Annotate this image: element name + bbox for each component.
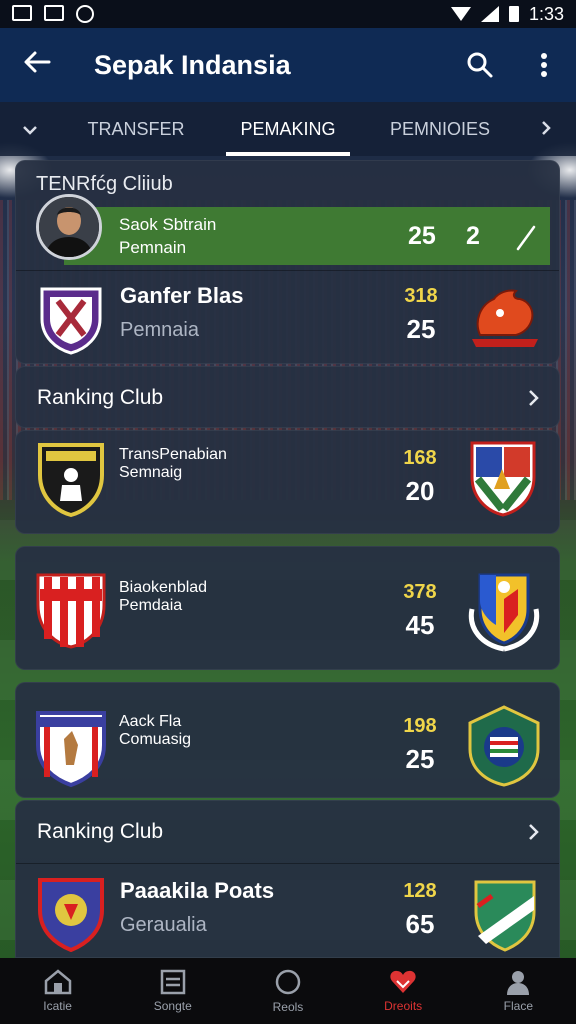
tab-transfer[interactable]: TRANSFER bbox=[60, 102, 212, 156]
club-crest-icon bbox=[468, 705, 540, 787]
highlighted-player-row[interactable]: Saok Sbtrain Pemnain 25 2 bbox=[64, 207, 550, 265]
gallery-icon bbox=[44, 5, 64, 21]
club-subtitle: Pemdaia bbox=[119, 597, 183, 614]
nav-label: Songte bbox=[153, 999, 192, 1013]
wifi-icon bbox=[450, 7, 471, 21]
list-item[interactable]: Ganfer Blas Pemnaia 318 25 bbox=[16, 271, 561, 363]
club-rank-value: 25 bbox=[405, 744, 435, 774]
calendar-icon bbox=[160, 969, 186, 995]
club-subtitle: Semnaig bbox=[119, 464, 183, 481]
club-crest-icon bbox=[36, 573, 106, 649]
back-button[interactable] bbox=[0, 48, 74, 82]
chevron-down-icon bbox=[23, 126, 37, 135]
club-crest-icon bbox=[36, 711, 106, 788]
club-name: Ganfer Blas bbox=[120, 283, 244, 308]
sync-icon bbox=[76, 5, 94, 23]
ranking-section-2: Ranking Club Paaakila Poats Geraualia 12… bbox=[15, 800, 560, 958]
club-points: 198 bbox=[403, 715, 437, 737]
back-arrow-icon bbox=[24, 51, 51, 73]
club-crest-icon bbox=[38, 443, 104, 518]
club-crest-icon bbox=[470, 441, 536, 517]
player-count: 2 bbox=[466, 221, 480, 250]
nav-label: Flace bbox=[503, 999, 534, 1013]
app-bar: Sepak Indansia bbox=[0, 28, 576, 102]
nav-item-home[interactable]: Icatie bbox=[8, 969, 108, 1013]
club-rank-value: 20 bbox=[405, 476, 435, 506]
tab-pemaking[interactable]: PEMAKING bbox=[212, 102, 364, 156]
transfer-card-title: TENRfćg Cliiub bbox=[36, 173, 173, 195]
club-crest-icon bbox=[472, 289, 538, 347]
nav-label: Reols bbox=[272, 1000, 304, 1014]
club-subtitle: Pemnaia bbox=[120, 319, 199, 341]
avatar bbox=[36, 194, 102, 260]
more-vert-icon bbox=[541, 53, 547, 77]
page-title: Sepak Indansia bbox=[94, 49, 291, 80]
ranking-section-header[interactable]: Ranking Club bbox=[16, 801, 559, 863]
club-crest-icon bbox=[468, 573, 540, 652]
chevron-right-icon bbox=[542, 121, 551, 135]
tabs-scroll-left-button[interactable] bbox=[0, 116, 60, 142]
club-rank-value: 45 bbox=[405, 610, 435, 640]
club-name: Paaakila Poats bbox=[120, 878, 275, 903]
chevron-right-icon bbox=[529, 390, 539, 406]
profile-icon bbox=[507, 971, 530, 995]
club-subtitle: Comuasig bbox=[119, 731, 192, 748]
club-crest-icon bbox=[474, 880, 536, 952]
club-name: Aack Fla bbox=[119, 713, 182, 730]
chevron-right-icon bbox=[529, 824, 539, 840]
club-name: TransPenabian bbox=[119, 446, 227, 463]
ball-icon bbox=[275, 969, 301, 995]
heart-icon bbox=[390, 970, 416, 993]
club-points: 128 bbox=[403, 880, 437, 902]
nav-item-songte[interactable]: Songte bbox=[123, 969, 223, 1013]
section-title: Ranking Club bbox=[37, 386, 164, 409]
signal-icon bbox=[480, 6, 499, 22]
player-photo-icon bbox=[39, 197, 99, 257]
nav-label: Dreoits bbox=[384, 999, 423, 1013]
list-item[interactable]: Paaakila Poats Geraualia 128 65 bbox=[16, 864, 561, 959]
nav-item-dreoits[interactable]: Dreoits bbox=[353, 969, 453, 1013]
club-rank-value: 65 bbox=[405, 909, 435, 939]
section-title: Ranking Club bbox=[37, 820, 164, 843]
search-button[interactable] bbox=[448, 51, 512, 79]
tabs-scroll-right-button[interactable] bbox=[516, 116, 576, 142]
more-options-button[interactable] bbox=[512, 52, 576, 78]
club-crest-icon bbox=[38, 878, 104, 952]
player-role: Pemnain bbox=[119, 238, 187, 257]
tab-pemnioies[interactable]: PEMNIOIES bbox=[364, 102, 516, 156]
list-item[interactable]: Biaokenblad Pemdaia 378 45 bbox=[15, 546, 560, 670]
club-rank-value: 25 bbox=[406, 314, 436, 344]
nav-item-reols[interactable]: Reols bbox=[238, 968, 338, 1014]
club-points: 168 bbox=[403, 447, 437, 469]
nav-label: Icatie bbox=[43, 999, 72, 1013]
status-bar: 1:33 bbox=[0, 0, 576, 28]
ranking-section-header[interactable]: Ranking Club bbox=[15, 366, 560, 428]
edit-icon[interactable] bbox=[514, 223, 538, 251]
search-icon bbox=[467, 52, 493, 78]
club-name: Biaokenblad bbox=[119, 579, 208, 596]
club-crest-icon bbox=[40, 287, 102, 355]
status-time: 1:33 bbox=[528, 3, 564, 24]
club-points: 318 bbox=[404, 285, 438, 307]
list-item[interactable]: Aack Fla Comuasig 198 25 bbox=[15, 682, 560, 798]
nav-item-flace[interactable]: Flace bbox=[468, 969, 568, 1013]
list-item[interactable]: TransPenabian Semnaig 168 20 bbox=[15, 430, 560, 534]
tab-bar: TRANSFER PEMAKING PEMNIOIES bbox=[0, 102, 576, 156]
club-subtitle: Geraualia bbox=[120, 914, 207, 936]
bottom-navigation: Icatie Songte Reols Dreoits Flace bbox=[0, 958, 576, 1024]
home-icon bbox=[44, 969, 71, 995]
club-points: 378 bbox=[403, 581, 437, 603]
player-value: 25 bbox=[408, 221, 436, 250]
battery-icon bbox=[508, 6, 519, 22]
player-name: Saok Sbtrain bbox=[119, 215, 217, 234]
image-icon bbox=[12, 5, 32, 21]
